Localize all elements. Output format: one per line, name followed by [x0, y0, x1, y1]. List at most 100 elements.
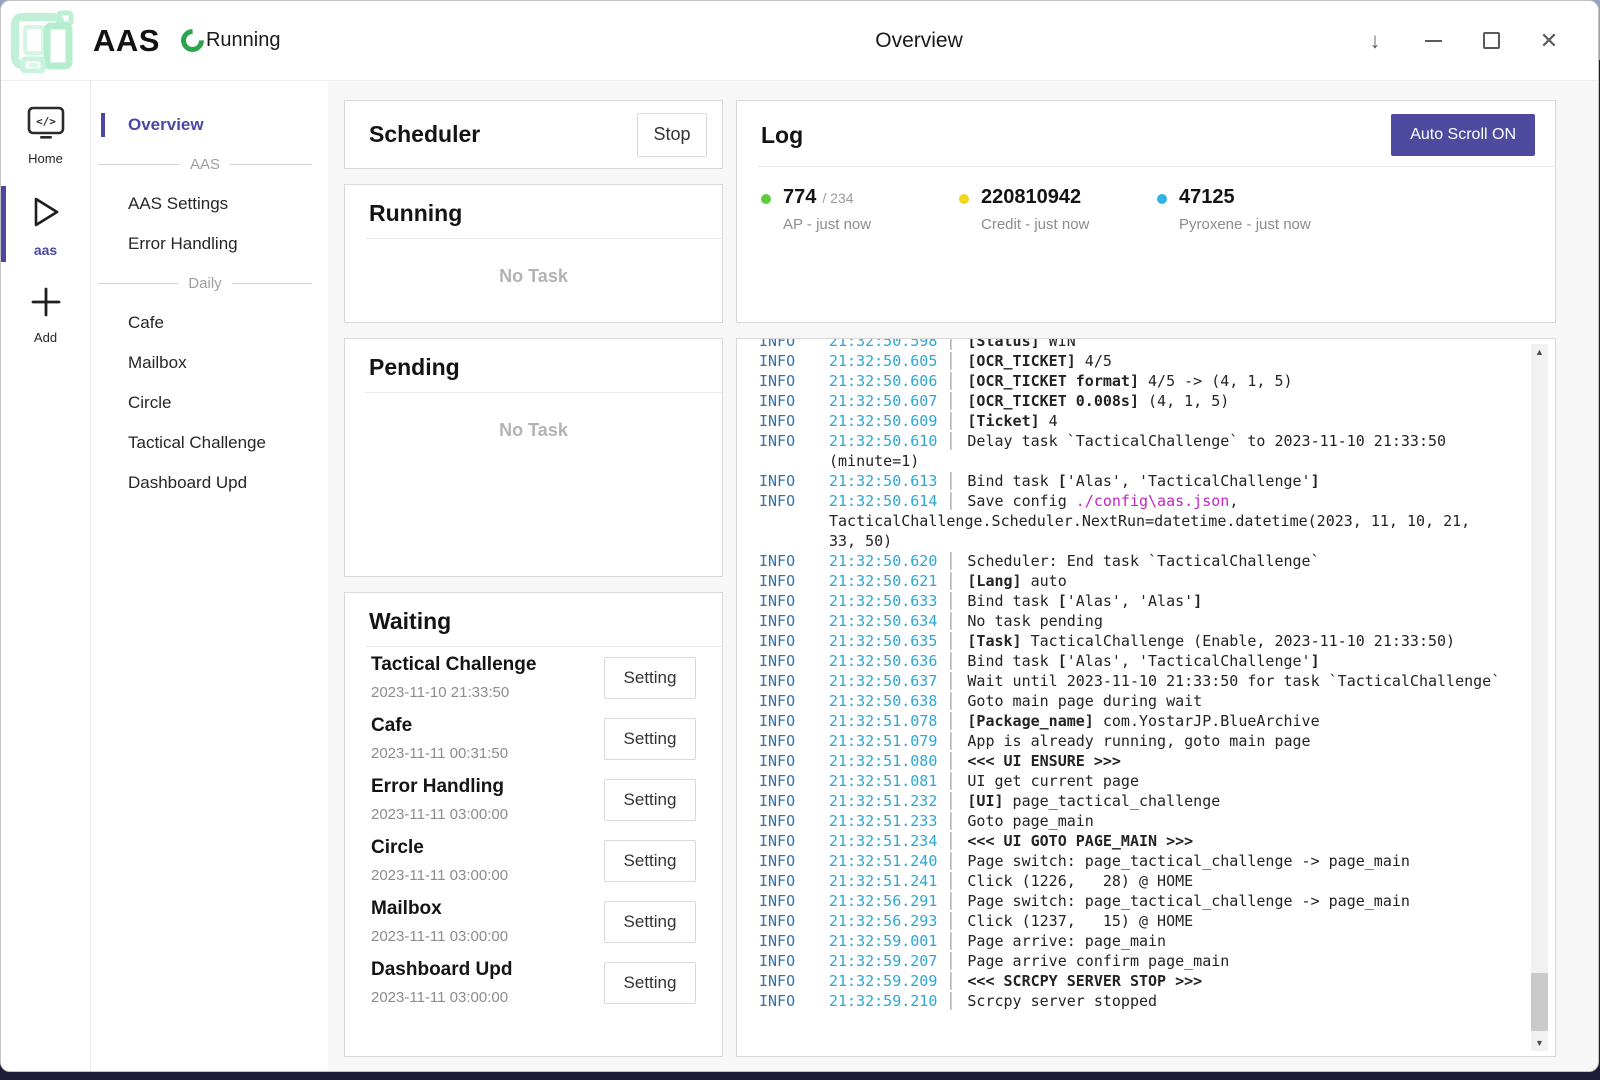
app-window: AAS Running Overview ↓ ✕ </>HomeaasAdd O… [0, 0, 1599, 1072]
log-entry: INFO21:32:56.291│Page switch: page_tacti… [759, 891, 1525, 911]
task-setting-button[interactable]: Setting [604, 962, 696, 1004]
sidebar-item-cafe[interactable]: Cafe [91, 303, 328, 343]
log-message-segment: Page arrive confirm page_main [967, 952, 1229, 970]
task-next-run: 2023-11-10 21:33:50 [371, 684, 536, 701]
rail-item-aas[interactable]: aas [1, 182, 90, 266]
log-body: 21:32:50.621│[Lang] auto [829, 571, 1525, 591]
log-message: <<< UI ENSURE >>> [967, 752, 1121, 770]
log-pipe-icon: │ [937, 892, 967, 910]
stat-col: 774/ 234AP - just now [783, 186, 871, 233]
log-entry: INFO21:32:50.635│[Task] TacticalChalleng… [759, 631, 1525, 651]
log-scrollbar[interactable]: ▲ ▼ [1531, 344, 1548, 1051]
sidebar-item-overview[interactable]: Overview [91, 105, 328, 145]
log-entry: INFO21:32:51.078│[Package_name] com.Yost… [759, 711, 1525, 731]
log-message-segment: Page switch: page_tactical_challenge -> … [967, 852, 1410, 870]
log-level: INFO [759, 571, 829, 591]
log-pipe-icon: │ [937, 972, 967, 990]
log-body: 21:32:51.233│Goto page_main [829, 811, 1525, 831]
log-message-segment: 4 [1040, 412, 1058, 430]
log-message: [OCR_TICKET 0.008s] (4, 1, 5) [967, 392, 1229, 410]
log-body: 21:32:59.210│Scrcpy server stopped [829, 991, 1525, 1011]
running-title: Running [345, 185, 722, 238]
log-message: <<< SCRCPY SERVER STOP >>> [967, 972, 1202, 990]
stat-ap: 774/ 234AP - just now [761, 186, 959, 233]
log-message-segment: WIN [1040, 339, 1076, 350]
log-message-segment: 4/5 -> (4, 1, 5) [1139, 372, 1293, 390]
log-entry: INFO21:32:51.241│Click (1226, 28) @ HOME [759, 871, 1525, 891]
log-pipe-icon: │ [937, 772, 967, 790]
log-message-segment: 4/5 [1076, 352, 1112, 370]
sidebar-item-mailbox[interactable]: Mailbox [91, 343, 328, 383]
running-card: Running No Task [344, 184, 723, 323]
sidebar-item-tactical-challenge[interactable]: Tactical Challenge [91, 423, 328, 463]
task-setting-button[interactable]: Setting [604, 901, 696, 943]
sidebar-item-error-handling[interactable]: Error Handling [91, 224, 328, 264]
log-level: INFO [759, 791, 829, 811]
log-level: INFO [759, 671, 829, 691]
stat-col: 220810942Credit - just now [981, 186, 1089, 233]
task-setting-button[interactable]: Setting [604, 840, 696, 882]
sidebar-section-label: AAS [190, 156, 220, 173]
log-body: 21:32:50.606│[OCR_TICKET format] 4/5 -> … [829, 371, 1525, 391]
log-message: Page switch: page_tactical_challenge -> … [967, 852, 1410, 870]
log-entry: INFO21:32:59.207│Page arrive confirm pag… [759, 951, 1525, 971]
log-message-segment: [Package_name] [967, 712, 1093, 730]
log-entry: INFO21:32:51.240│Page switch: page_tacti… [759, 851, 1525, 871]
log-message: No task pending [967, 612, 1102, 630]
rail-item-home[interactable]: </>Home [1, 95, 90, 174]
log-message: Page arrive confirm page_main [967, 952, 1229, 970]
log-pipe-icon: │ [937, 792, 967, 810]
task-setting-button[interactable]: Setting [604, 657, 696, 699]
log-body: 21:32:50.613│Bind task ['Alas', 'Tactica… [829, 471, 1525, 491]
log-message-segment: Goto page_main [967, 812, 1093, 830]
log-pipe-icon: │ [937, 852, 967, 870]
log-time: 21:32:51.078 [829, 712, 937, 730]
scheduler-title: Scheduler [369, 121, 480, 148]
log-time: 21:32:50.606 [829, 372, 937, 390]
log-time: 21:32:50.620 [829, 552, 937, 570]
maximize-glyph [1483, 32, 1500, 49]
waiting-card: Waiting Tactical Challenge2023-11-10 21:… [344, 592, 723, 1057]
sidebar-item-aas-settings[interactable]: AAS Settings [91, 184, 328, 224]
log-time: 21:32:51.233 [829, 812, 937, 830]
task-name: Error Handling [371, 776, 508, 798]
task-info: Dashboard Upd2023-11-11 03:00:00 [371, 959, 512, 1006]
task-setting-button[interactable]: Setting [604, 718, 696, 760]
log-time: 21:32:59.207 [829, 952, 937, 970]
log-level: INFO [759, 751, 829, 771]
scrollbar-thumb[interactable] [1531, 973, 1548, 1031]
log-entry: INFO21:32:50.609│[Ticket] 4 [759, 411, 1525, 431]
minimize-icon[interactable] [1418, 26, 1448, 56]
log-pipe-icon: │ [937, 952, 967, 970]
log-message: Scrcpy server stopped [967, 992, 1157, 1010]
stat-dot [959, 194, 969, 204]
log-scroll-area[interactable]: INFO21:32:50.598│[Status] WININFO21:32:5… [759, 339, 1525, 1052]
log-column: Log Auto Scroll ON 774/ 234AP - just now… [736, 100, 1556, 1057]
autoscroll-toggle-button[interactable]: Auto Scroll ON [1391, 114, 1535, 156]
log-message-segment: App is already running, goto main page [967, 732, 1310, 750]
scrollbar-up-arrow-icon[interactable]: ▲ [1531, 344, 1548, 360]
task-info: Error Handling2023-11-11 03:00:00 [371, 776, 508, 823]
waiting-task-row: Cafe2023-11-11 00:31:50Setting [345, 708, 722, 769]
download-icon[interactable]: ↓ [1360, 26, 1390, 56]
sidebar-item-dashboard-upd[interactable]: Dashboard Upd [91, 463, 328, 503]
sidebar-item-circle[interactable]: Circle [91, 383, 328, 423]
log-level: INFO [759, 871, 829, 891]
waiting-title: Waiting [345, 593, 722, 646]
scrollbar-down-arrow-icon[interactable]: ▼ [1531, 1035, 1548, 1051]
log-message: Click (1237, 15) @ HOME [967, 912, 1193, 930]
rail-item-add[interactable]: Add [1, 274, 90, 353]
log-time: 21:32:50.638 [829, 692, 937, 710]
task-setting-button[interactable]: Setting [604, 779, 696, 821]
log-time: 21:32:51.079 [829, 732, 937, 750]
log-level: INFO [759, 371, 829, 391]
log-level: INFO [759, 911, 829, 931]
maximize-icon[interactable] [1476, 26, 1506, 56]
log-time: 21:32:50.635 [829, 632, 937, 650]
stop-button[interactable]: Stop [637, 113, 707, 157]
log-pipe-icon: │ [937, 712, 967, 730]
log-time: 21:32:50.636 [829, 652, 937, 670]
log-time: 21:32:51.234 [829, 832, 937, 850]
close-icon[interactable]: ✕ [1534, 26, 1564, 56]
log-body: 21:32:59.207│Page arrive confirm page_ma… [829, 951, 1525, 971]
